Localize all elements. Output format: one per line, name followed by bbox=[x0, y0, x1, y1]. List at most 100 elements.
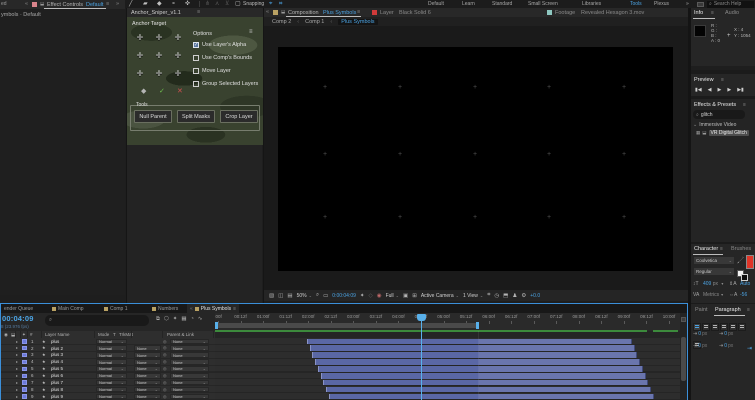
panel-menu-icon[interactable]: ≡ bbox=[721, 77, 724, 83]
pick-whip-icon[interactable]: ◎ bbox=[163, 394, 167, 399]
anchor-target-cell-1-2[interactable]: ✛ bbox=[171, 49, 185, 63]
preview-time-icon[interactable]: ◷ bbox=[494, 293, 499, 299]
trkmat-select[interactable]: None ⌄ bbox=[134, 352, 161, 358]
always-preview-icon[interactable]: ▧ bbox=[269, 293, 274, 299]
viewer-timecode[interactable]: 0:00:04:09 bbox=[332, 293, 356, 299]
trkmat-select[interactable]: None ⌄ bbox=[134, 373, 161, 379]
workspace-pixel-icon[interactable]: ♟ bbox=[512, 293, 517, 299]
panel-menu-icon[interactable]: ≡ bbox=[711, 10, 714, 16]
lock-icon[interactable]: ⬓ bbox=[40, 1, 44, 7]
twirl-arrow-icon[interactable]: ▸ bbox=[16, 394, 18, 399]
layer-color-swatch[interactable] bbox=[22, 339, 27, 344]
anchor-target-cell-0-2[interactable]: ✛ bbox=[171, 31, 185, 45]
eyedropper-icon[interactable] bbox=[737, 256, 744, 265]
pick-whip-icon[interactable]: ◎ bbox=[163, 380, 167, 385]
text-color-swatch[interactable] bbox=[746, 255, 754, 269]
mode-select[interactable]: Normal ⌄ bbox=[96, 393, 127, 400]
workspace-tab-default[interactable]: Default bbox=[428, 0, 444, 8]
parent-select[interactable]: None ⌄ bbox=[170, 379, 209, 386]
align-button-1[interactable] bbox=[702, 323, 710, 331]
cancel-x-icon[interactable]: ✕ bbox=[177, 87, 183, 95]
tab-character[interactable]: Character bbox=[694, 246, 718, 252]
parent-select[interactable]: None ⌄ bbox=[170, 373, 209, 379]
parent-select[interactable]: None ⌄ bbox=[170, 352, 209, 358]
pick-whip-icon[interactable]: ◎ bbox=[163, 359, 167, 364]
brush-tool-icon[interactable]: ╱ bbox=[129, 0, 133, 8]
layer-color-swatch[interactable] bbox=[22, 359, 27, 365]
checkbox-group-selected-layers[interactable] bbox=[193, 81, 199, 87]
layer-color-swatch[interactable] bbox=[22, 352, 27, 358]
font-size-field[interactable]: 409 px ▾ bbox=[703, 281, 723, 287]
mode-select[interactable]: Normal ⌄ bbox=[96, 379, 127, 386]
layer-row-plus-5[interactable]: ▸ 5 ★ plus 5 Normal ⌄ None ⌄ ◎ None ⌄ bbox=[1, 365, 215, 373]
mode-select[interactable]: Normal ⌄ bbox=[96, 352, 127, 358]
crop-layer-button[interactable]: Crop Layer bbox=[220, 110, 258, 123]
pick-whip-icon[interactable]: ◎ bbox=[163, 345, 167, 350]
workspace-bar-icon[interactable] bbox=[697, 1, 704, 7]
hide-shy-icon[interactable]: ✦ bbox=[173, 316, 178, 323]
anchor-target-cell-2-1[interactable]: ✛ bbox=[152, 67, 166, 81]
fast-previews-icon[interactable]: ⬒ bbox=[503, 293, 508, 299]
stroke-swatch[interactable] bbox=[741, 274, 748, 281]
parent-select[interactable]: None ⌄ bbox=[170, 345, 209, 351]
comp-marker-button[interactable] bbox=[681, 317, 686, 322]
tracking-value[interactable]: -56 bbox=[740, 292, 747, 298]
t-column-label[interactable]: T bbox=[113, 332, 116, 337]
comp-mini-flowchart-icon[interactable]: ⧉ bbox=[156, 316, 160, 323]
options-menu-icon[interactable]: ≡ bbox=[249, 29, 253, 35]
mode-column-label[interactable]: Mode bbox=[98, 332, 109, 337]
mode-select[interactable]: Normal ⌄ bbox=[96, 386, 127, 393]
layer-track[interactable] bbox=[215, 386, 680, 394]
indent-left-field[interactable]: ⇥ 0 px bbox=[693, 331, 707, 337]
play-button[interactable]: ▶ bbox=[717, 87, 721, 93]
font-style-select[interactable]: Regular ⌄ bbox=[693, 267, 735, 276]
mode-select[interactable]: Normal ⌄ bbox=[96, 366, 127, 372]
tab-paint[interactable]: Paint bbox=[695, 307, 708, 313]
tab-anchor-sniper[interactable]: Anchor_Sniper_v1.1 bbox=[131, 10, 181, 16]
panel-menu-icon[interactable]: ≡ bbox=[743, 102, 746, 108]
camera-select[interactable]: Active Camera ⌄ bbox=[421, 293, 459, 299]
transparency-grid-icon[interactable]: ⊞ bbox=[412, 293, 417, 299]
layer-color-swatch[interactable] bbox=[22, 373, 27, 378]
layer-name[interactable]: plus 2 bbox=[51, 346, 63, 351]
snapping-checkbox[interactable]: ▢ bbox=[235, 0, 241, 8]
font-family-select[interactable]: Coolvetica ⌄ bbox=[693, 256, 735, 265]
split-masks-button[interactable]: Split Masks bbox=[177, 110, 215, 123]
work-area-end-line[interactable] bbox=[478, 331, 479, 400]
anchor-target-cell-0-1[interactable]: ✛ bbox=[152, 31, 166, 45]
layer-row-plus[interactable]: ▸ 1 ★ plus Normal ⌄ ◎ None ⌄ bbox=[1, 338, 215, 345]
effects-search-input[interactable]: ⌕ glitch bbox=[693, 110, 745, 119]
breadcrumb-item-plus-symbols[interactable]: Plus Symbols bbox=[338, 18, 378, 25]
checkbox-use-comp-s-bounds[interactable] bbox=[193, 55, 199, 61]
view-layout-select[interactable]: 1 View ⌄ bbox=[463, 293, 483, 299]
layer-name[interactable]: plus bbox=[51, 339, 59, 344]
tab-audio[interactable]: Audio bbox=[725, 10, 739, 16]
snap-to-grid-icon[interactable]: ⌗ bbox=[279, 0, 282, 8]
layer-name-column-label[interactable]: Layer Name bbox=[45, 332, 70, 337]
snap-to-edges-icon[interactable]: ⌖ bbox=[269, 0, 272, 8]
twirl-arrow-icon[interactable]: ▸ bbox=[16, 373, 18, 378]
breadcrumb-item-comp-1[interactable]: Comp 1 bbox=[305, 19, 324, 25]
share-view-icon[interactable]: ⌗ bbox=[487, 292, 490, 299]
clone-stamp-tool-icon[interactable]: ▰ bbox=[143, 0, 148, 8]
settings-gear-icon[interactable]: ⚙ bbox=[521, 293, 526, 299]
layer-row-plus-6[interactable]: ▸ 6 ★ plus 6 Normal ⌄ None ⌄ ◎ None ⌄ bbox=[1, 372, 215, 380]
timeline-tab-plus-symbols[interactable]: « Plus Symbols ≡ bbox=[187, 304, 239, 313]
mode-select[interactable]: Normal ⌄ bbox=[96, 338, 127, 345]
layer-track[interactable] bbox=[215, 338, 680, 345]
index-column-label[interactable]: # bbox=[30, 332, 33, 337]
layer-name[interactable]: plus 5 bbox=[51, 366, 63, 371]
rulers-icon[interactable]: ▭ bbox=[323, 293, 328, 299]
workspace-tab-plexus[interactable]: Plexus bbox=[654, 0, 669, 8]
tab-layer[interactable]: Layer bbox=[380, 10, 394, 16]
anchor-target-cell-2-2[interactable]: ✛ bbox=[171, 67, 185, 81]
layer-duration-bar[interactable] bbox=[312, 352, 638, 358]
layer-name[interactable]: plus 9 bbox=[51, 394, 63, 399]
mode-select[interactable]: Normal ⌄ bbox=[96, 373, 127, 379]
layer-color-swatch[interactable] bbox=[22, 345, 27, 351]
twirl-arrow-icon[interactable]: ▸ bbox=[16, 339, 18, 344]
null-parent-button[interactable]: Null Parent bbox=[134, 110, 172, 123]
panel-collapse-chevron[interactable]: « bbox=[190, 306, 193, 312]
layer-duration-bar[interactable] bbox=[325, 386, 651, 393]
layer-row-plus-7[interactable]: ▸ 7 ★ plus 7 Normal ⌄ None ⌄ ◎ None ⌄ bbox=[1, 379, 215, 387]
